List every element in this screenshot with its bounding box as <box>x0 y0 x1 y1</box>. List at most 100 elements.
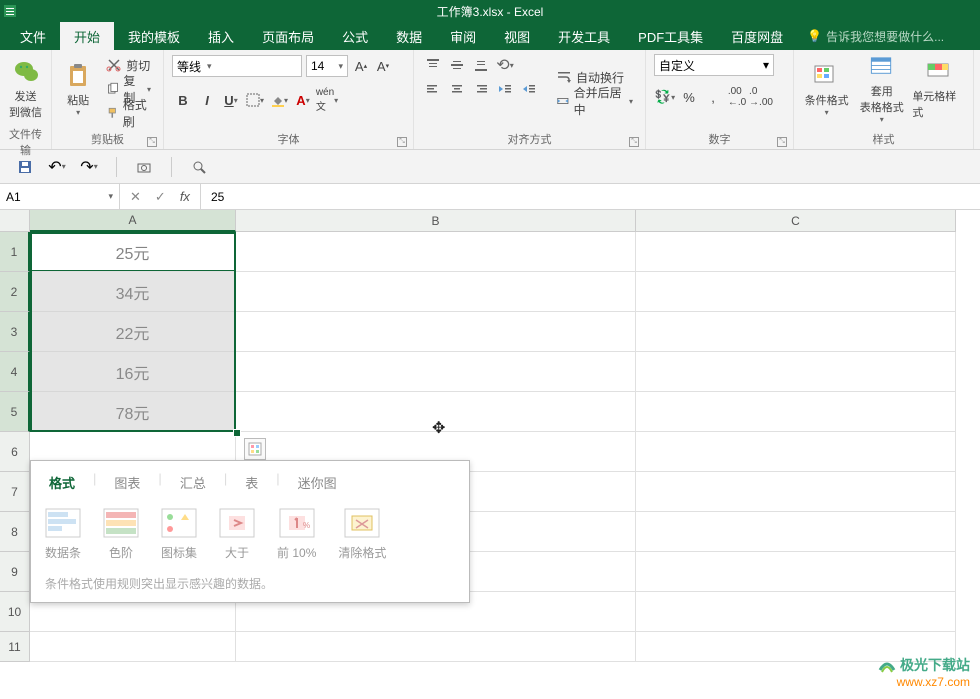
row-header-4[interactable]: 4 <box>0 352 30 392</box>
conditional-formatting-button[interactable]: 条件格式▾ <box>802 54 851 124</box>
tab-developer[interactable]: 开发工具 <box>544 22 624 50</box>
row-header-8[interactable]: 8 <box>0 512 30 552</box>
row-header-10[interactable]: 10 <box>0 592 30 632</box>
row-header-11[interactable]: 11 <box>0 632 30 662</box>
quick-analysis-button[interactable] <box>244 438 266 460</box>
cell-C2[interactable] <box>636 272 956 312</box>
cell-C1[interactable] <box>636 232 956 272</box>
percent-format-icon[interactable]: % <box>678 86 700 108</box>
font-size-combo[interactable]: 14▾ <box>306 55 348 77</box>
fill-handle[interactable] <box>233 429 241 437</box>
tell-me-search[interactable]: 💡 告诉我您想要做什么... <box>807 22 944 50</box>
cell-C8[interactable] <box>636 512 956 552</box>
number-format-combo[interactable]: 自定义▾ <box>654 54 774 76</box>
dialog-launcher-icon[interactable]: ⤡ <box>397 137 407 147</box>
select-all-corner[interactable] <box>0 210 30 232</box>
increase-indent-icon[interactable] <box>518 78 540 100</box>
fx-icon[interactable]: fx <box>180 189 190 204</box>
align-right-icon[interactable] <box>470 78 492 100</box>
cell-B1[interactable] <box>236 232 636 272</box>
item-clear-format[interactable]: 清除格式 <box>338 508 386 561</box>
formula-input[interactable]: 25 <box>201 184 980 209</box>
paste-button[interactable]: 粘贴 ▾ <box>60 54 96 124</box>
name-box[interactable]: A1▾ <box>0 184 120 209</box>
popup-tab-table[interactable]: 表 <box>241 471 262 494</box>
format-painter-button[interactable]: 格式刷 <box>102 102 155 124</box>
cell-B5[interactable] <box>236 392 636 432</box>
cell-A1[interactable]: 25元 <box>30 232 236 272</box>
row-header-3[interactable]: 3 <box>0 312 30 352</box>
worksheet-grid[interactable]: ABC 1234567891011 25元34元22元16元78元 格式| 图表… <box>0 210 980 690</box>
row-header-6[interactable]: 6 <box>0 432 30 472</box>
align-center-icon[interactable] <box>446 78 468 100</box>
underline-button[interactable]: U▾ <box>220 89 242 111</box>
dialog-launcher-icon[interactable]: ⤡ <box>777 137 787 147</box>
tab-home[interactable]: 开始 <box>60 22 114 50</box>
redo-button[interactable]: ↷▾ <box>78 156 100 178</box>
send-to-wechat-button[interactable]: 发送 到微信 <box>8 54 43 124</box>
increase-font-icon[interactable]: A▴ <box>352 55 370 77</box>
item-color-scale[interactable]: 色阶 <box>103 508 139 561</box>
cell-B11[interactable] <box>236 632 636 662</box>
item-top-10[interactable]: % 前 10% <box>277 508 316 561</box>
popup-tab-format[interactable]: 格式 <box>45 471 79 494</box>
cell-C6[interactable] <box>636 432 956 472</box>
fill-color-button[interactable]: ▾ <box>268 89 290 111</box>
undo-button[interactable]: ↶▾ <box>46 156 68 178</box>
tab-baidu[interactable]: 百度网盘 <box>717 22 797 50</box>
align-left-icon[interactable] <box>422 78 444 100</box>
column-header-A[interactable]: A <box>30 210 236 232</box>
decrease-font-icon[interactable]: A▾ <box>374 55 392 77</box>
row-header-9[interactable]: 9 <box>0 552 30 592</box>
item-greater-than[interactable]: 大于 <box>219 508 255 561</box>
align-top-icon[interactable] <box>422 54 444 76</box>
row-header-5[interactable]: 5 <box>0 392 30 432</box>
increase-decimal-icon[interactable]: .00←.0 <box>726 86 748 108</box>
row-header-1[interactable]: 1 <box>0 232 30 272</box>
format-as-table-button[interactable]: 套用 表格格式▾ <box>857 54 906 124</box>
column-header-C[interactable]: C <box>636 210 956 232</box>
border-button[interactable]: ▾ <box>244 89 266 111</box>
dialog-launcher-icon[interactable]: ⤡ <box>629 137 639 147</box>
screenshot-button[interactable] <box>133 156 155 178</box>
tab-formulas[interactable]: 公式 <box>328 22 382 50</box>
cell-C10[interactable] <box>636 592 956 632</box>
orientation-icon[interactable]: ⟲▾ <box>494 54 516 76</box>
merge-center-button[interactable]: 合并后居中▾ <box>552 90 637 112</box>
enter-icon[interactable]: ✓ <box>155 189 166 205</box>
item-data-bars[interactable]: 数据条 <box>45 508 81 561</box>
dialog-launcher-icon[interactable]: ⤡ <box>147 137 157 147</box>
row-header-7[interactable]: 7 <box>0 472 30 512</box>
font-color-button[interactable]: A▾ <box>292 89 314 111</box>
cell-B4[interactable] <box>236 352 636 392</box>
font-family-combo[interactable]: 等线▾ <box>172 55 302 77</box>
accounting-format-icon[interactable]: 💱▾ <box>654 86 676 108</box>
bold-button[interactable]: B <box>172 89 194 111</box>
print-preview-button[interactable] <box>188 156 210 178</box>
decrease-decimal-icon[interactable]: .0→.00 <box>750 86 772 108</box>
cell-B2[interactable] <box>236 272 636 312</box>
align-bottom-icon[interactable] <box>470 54 492 76</box>
tab-review[interactable]: 审阅 <box>436 22 490 50</box>
menu-icon[interactable] <box>4 5 16 17</box>
decrease-indent-icon[interactable] <box>494 78 516 100</box>
cell-C4[interactable] <box>636 352 956 392</box>
column-header-B[interactable]: B <box>236 210 636 232</box>
cell-A11[interactable] <box>30 632 236 662</box>
tab-data[interactable]: 数据 <box>382 22 436 50</box>
tab-pdf[interactable]: PDF工具集 <box>624 22 717 50</box>
tab-layout[interactable]: 页面布局 <box>248 22 328 50</box>
row-header-2[interactable]: 2 <box>0 272 30 312</box>
tab-insert[interactable]: 插入 <box>194 22 248 50</box>
cell-C9[interactable] <box>636 552 956 592</box>
popup-tab-sparkline[interactable]: 迷你图 <box>294 471 341 494</box>
cell-B3[interactable] <box>236 312 636 352</box>
phonetic-button[interactable]: wén文▾ <box>316 89 338 111</box>
comma-format-icon[interactable]: , <box>702 86 724 108</box>
cell-C3[interactable] <box>636 312 956 352</box>
cell-C5[interactable] <box>636 392 956 432</box>
italic-button[interactable]: I <box>196 89 218 111</box>
popup-tab-totals[interactable]: 汇总 <box>176 471 210 494</box>
cancel-icon[interactable]: ✕ <box>130 189 141 205</box>
tab-file[interactable]: 文件 <box>6 22 60 50</box>
